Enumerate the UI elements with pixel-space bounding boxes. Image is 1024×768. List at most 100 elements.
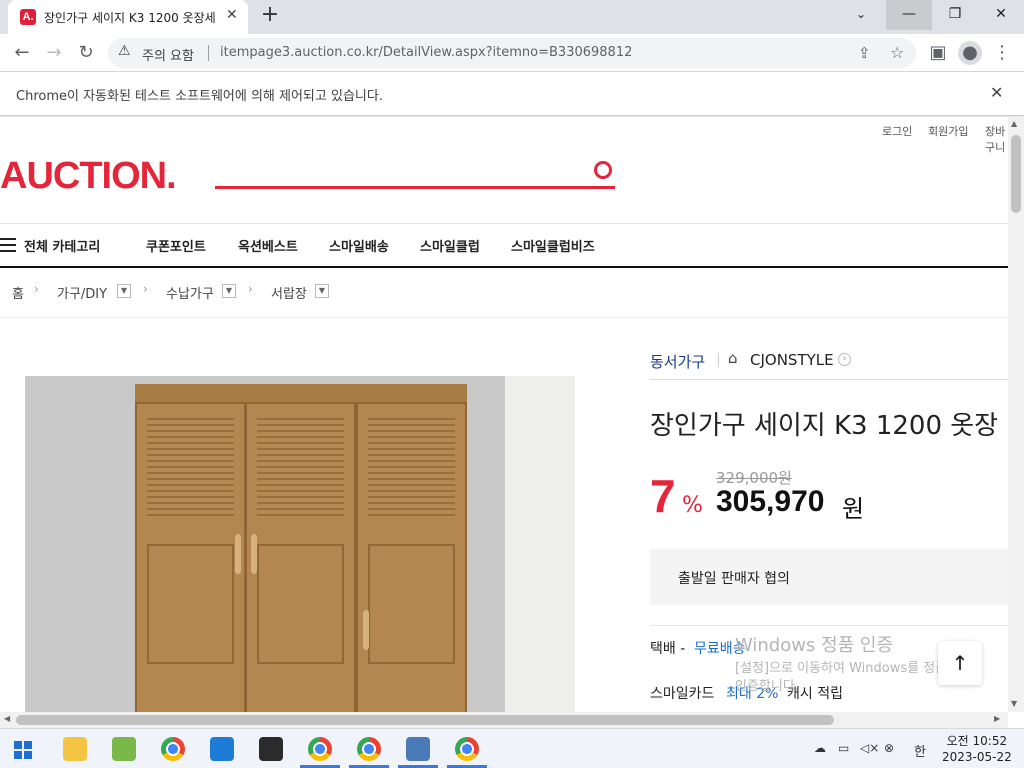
activation-watermark-line: 인증합니다. <box>735 679 799 694</box>
background-wall <box>505 376 575 712</box>
chevron-right-icon: › <box>143 282 148 296</box>
activation-watermark-title: Windows 정품 인증 <box>735 635 894 656</box>
notification-off-icon[interactable]: ⊗ <box>884 741 894 755</box>
url-text[interactable]: itempage3.auction.co.kr/DetailView.aspx?… <box>220 45 632 60</box>
activation-watermark-line: [설정]으로 이동하여 Windows를 정품 <box>735 661 948 676</box>
menu-kebab-icon[interactable]: ⋮ <box>990 41 1014 65</box>
browser-tab-active[interactable]: A. 장인가구 세이지 K3 1200 옷장세 ✕ <box>8 0 248 34</box>
auction-logo[interactable]: AUCTION. <box>0 155 177 198</box>
divider <box>718 353 719 367</box>
windows-start-icon[interactable] <box>14 741 32 759</box>
new-tab-button[interactable]: + <box>258 4 282 28</box>
arrow-up-icon: ↑ <box>951 651 969 675</box>
product-image[interactable] <box>25 376 575 712</box>
scroll-to-top-button[interactable]: ↑ <box>938 641 982 685</box>
wardrobe-illustration <box>135 384 467 712</box>
breadcrumb-home[interactable]: 홈 <box>12 283 24 302</box>
tab-search-chevron-icon[interactable]: ⌄ <box>838 0 884 30</box>
chevron-right-icon: › <box>248 282 253 296</box>
profile-avatar-icon[interactable]: ● <box>958 41 982 65</box>
divider <box>650 379 1008 380</box>
python-app-icon[interactable] <box>406 737 430 761</box>
ime-language-indicator[interactable]: 한 <box>914 741 926 760</box>
breadcrumb-furniture[interactable]: 가구/DIY <box>57 283 107 302</box>
scroll-right-icon[interactable]: ▶ <box>994 714 1000 723</box>
scroll-up-icon[interactable]: ▲ <box>1011 119 1017 128</box>
nav-smile-club[interactable]: 스마일클럽 <box>420 236 480 255</box>
breadcrumb: 홈 › 가구/DIY ▼ › 수납가구 ▼ › 서랍장 ▼ <box>0 268 1008 318</box>
nav-smile-club-biz[interactable]: 스마일클럽비즈 <box>511 236 595 255</box>
warning-triangle-icon[interactable]: ⚠ <box>118 43 131 59</box>
forward-arrow-icon[interactable]: → <box>42 41 66 65</box>
chrome-icon[interactable] <box>308 737 332 761</box>
chrome-icon[interactable] <box>161 737 185 761</box>
smile-card-label: 스마일카드 <box>650 686 715 702</box>
minimize-button[interactable]: — <box>886 0 932 30</box>
vertical-scroll-thumb[interactable] <box>1011 135 1021 213</box>
close-window-button[interactable]: ✕ <box>978 0 1024 30</box>
automation-infobar: Chrome이 자동화된 테스트 소프트웨어에 의해 제어되고 있습니다. ✕ <box>0 72 1024 116</box>
volume-muted-icon[interactable]: ◁× <box>860 741 879 755</box>
breadcrumb-storage[interactable]: 수납가구 <box>166 283 214 302</box>
auction-favicon-icon: A. <box>20 9 36 25</box>
file-explorer-icon[interactable] <box>63 737 87 761</box>
vertical-scrollbar[interactable]: ▲ ▼ <box>1008 117 1024 712</box>
infobar-message: Chrome이 자동화된 테스트 소프트웨어에 의해 제어되고 있습니다. <box>16 89 383 104</box>
login-link[interactable]: 로그인 <box>882 123 912 139</box>
map-app-icon[interactable] <box>112 737 136 761</box>
ship-date-text: 출발일 판매자 협의 <box>678 571 790 587</box>
chevron-down-icon[interactable]: ▼ <box>222 284 236 298</box>
chrome-icon[interactable] <box>455 737 479 761</box>
tab-close-icon[interactable]: ✕ <box>226 7 238 23</box>
price-unit: 원 <box>842 495 865 523</box>
infobar-close-icon[interactable]: ✕ <box>990 83 1003 102</box>
seller-name-link[interactable]: 동서가구 <box>650 351 705 372</box>
tab-title: 장인가구 세이지 K3 1200 옷장세 <box>44 11 216 25</box>
all-category-button[interactable]: 전체 카테고리 <box>24 236 100 255</box>
chevron-right-icon: › <box>34 282 39 296</box>
chevron-down-icon[interactable]: ▼ <box>315 284 329 298</box>
reload-icon[interactable]: ↻ <box>74 41 98 65</box>
discount-rate: 7 <box>650 470 676 522</box>
chevron-right-icon[interactable]: › <box>838 353 851 366</box>
discount-percent-sign: % <box>682 493 703 518</box>
omnibox-divider <box>208 45 209 61</box>
horizontal-scroll-thumb[interactable] <box>16 715 834 725</box>
product-title: 장인가구 세이지 K3 1200 옷장 <box>650 411 999 441</box>
cart-link[interactable]: 장바구니 <box>985 123 1008 155</box>
chevron-down-icon[interactable]: ▼ <box>117 284 131 298</box>
notes-app-icon[interactable] <box>259 737 283 761</box>
scroll-down-icon[interactable]: ▼ <box>1011 699 1017 708</box>
scroll-left-icon[interactable]: ◀ <box>4 714 10 723</box>
clock-date: 2023-05-22 <box>942 750 1012 764</box>
page-viewport: 로그인 회원가입 장바구니 AUCTION. 전체 카테고리 쿠폰포인트 옥션베… <box>0 117 1008 712</box>
brand-link[interactable]: CJONSTYLE <box>750 351 834 369</box>
security-warning-label[interactable]: 주의 요함 <box>142 45 194 64</box>
chrome-icon[interactable] <box>357 737 381 761</box>
windows-taskbar: ☁ ▭ ◁× ⊗ 한 오전 10:52 2023-05-22 <box>0 728 1024 768</box>
address-toolbar: ← → ↻ ⚠ 주의 요함 itempage3.auction.co.kr/De… <box>0 34 1024 72</box>
category-nav: 전체 카테고리 쿠폰포인트 옥션베스트 스마일배송 스마일클럽 스마일클럽비즈 <box>0 223 1008 268</box>
vscode-icon[interactable] <box>210 737 234 761</box>
home-shop-icon[interactable]: ⌂ <box>728 349 738 367</box>
hamburger-menu-icon[interactable] <box>0 238 16 252</box>
search-input[interactable] <box>215 186 615 189</box>
back-arrow-icon[interactable]: ← <box>10 41 34 65</box>
share-icon[interactable]: ⇪ <box>858 44 871 62</box>
horizontal-scrollbar[interactable]: ◀ ▶ <box>0 712 1008 728</box>
bookmark-star-icon[interactable]: ☆ <box>890 43 904 62</box>
nav-smile-delivery[interactable]: 스마일배송 <box>329 236 389 255</box>
nav-coupon-point[interactable]: 쿠폰포인트 <box>146 236 206 255</box>
omnibox[interactable]: ⚠ 주의 요함 itempage3.auction.co.kr/DetailVi… <box>108 38 916 68</box>
side-panel-icon[interactable]: ▣ <box>926 41 950 65</box>
delivery-label: 택배 - <box>650 641 686 657</box>
search-icon[interactable] <box>594 161 612 179</box>
signup-link[interactable]: 회원가입 <box>928 123 968 139</box>
restore-button[interactable]: ❐ <box>932 0 978 30</box>
network-icon[interactable]: ▭ <box>838 741 849 755</box>
system-clock[interactable]: 오전 10:52 2023-05-22 <box>942 733 1012 765</box>
breadcrumb-drawer[interactable]: 서랍장 <box>271 283 307 302</box>
cloud-sync-icon[interactable]: ☁ <box>814 741 826 755</box>
ship-date-box: 출발일 판매자 협의 <box>650 549 1008 605</box>
nav-auction-best[interactable]: 옥션베스트 <box>238 236 298 255</box>
